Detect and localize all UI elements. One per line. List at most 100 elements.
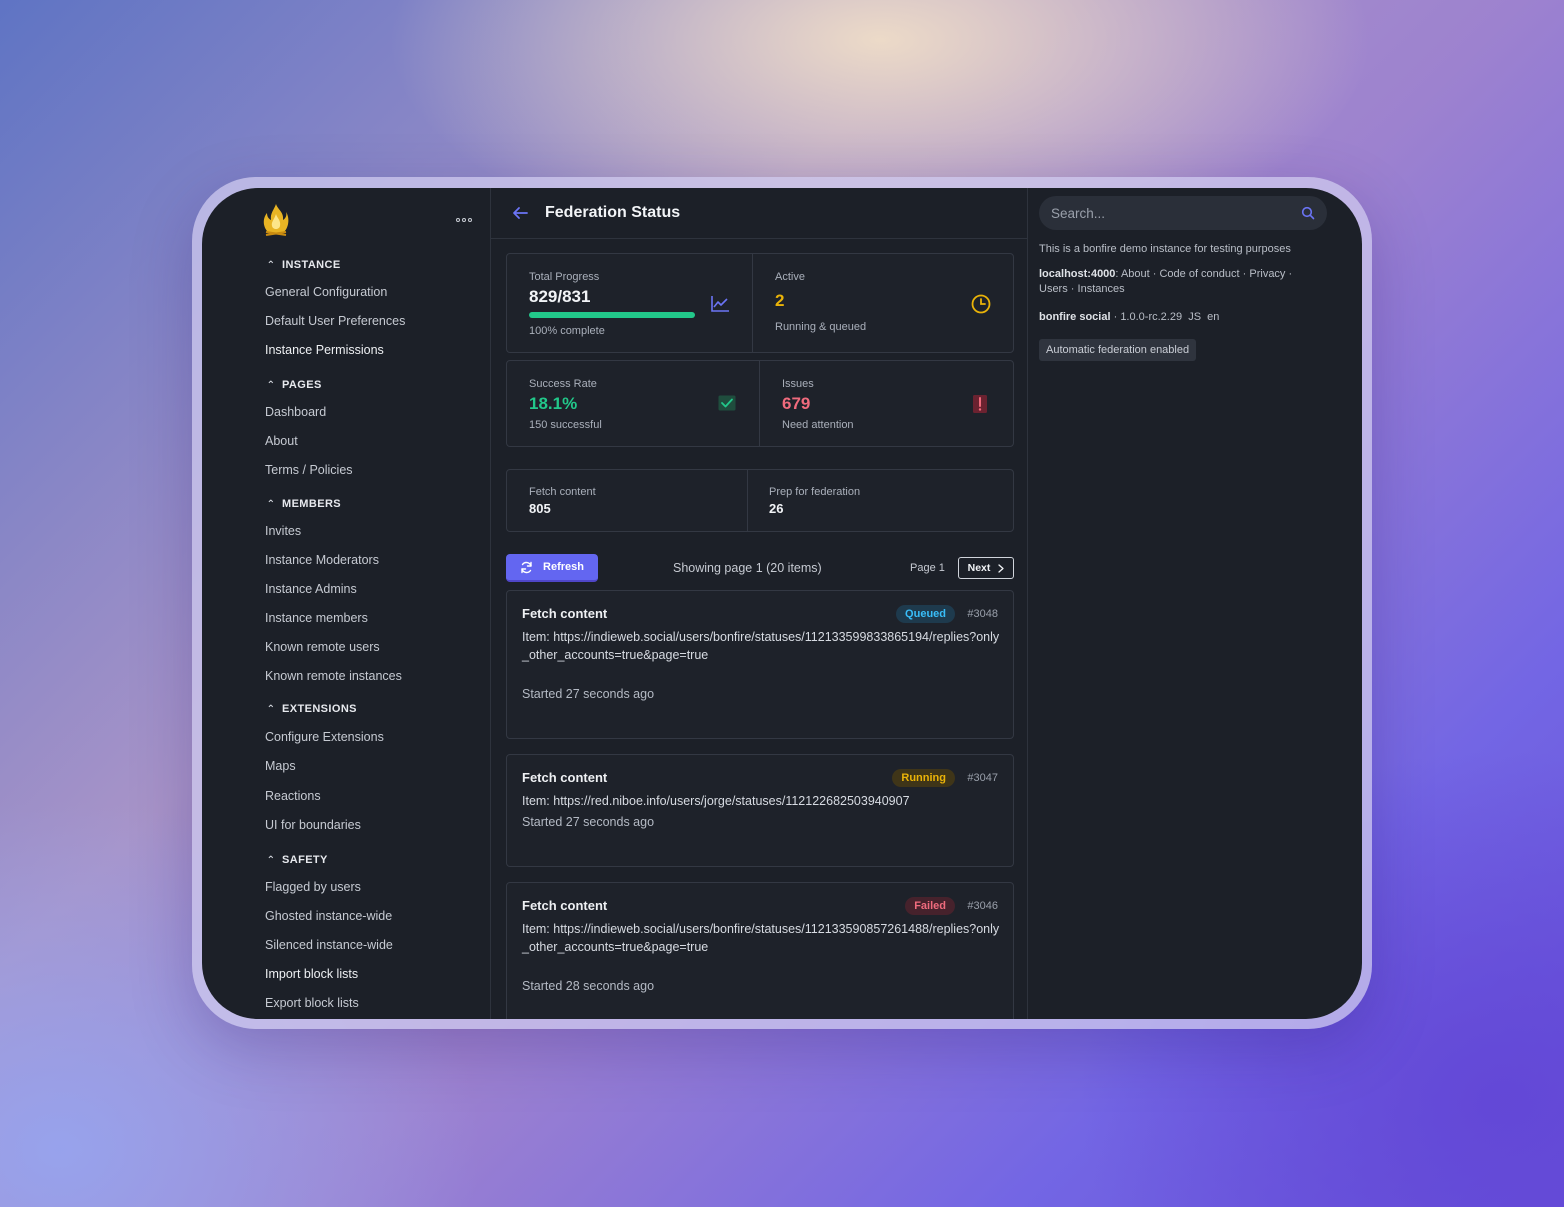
- section-header-safety[interactable]: ⌃ SAFETY: [266, 854, 328, 866]
- app-name[interactable]: bonfire social: [1039, 311, 1111, 323]
- page-label: Page 1: [910, 562, 945, 574]
- code-of-conduct-link[interactable]: Code of conduct: [1159, 268, 1239, 280]
- stats-card-progress: Total Progress 829/831 100% complete Act…: [506, 253, 1014, 353]
- footer-links-2: Users · Instances: [1039, 283, 1125, 295]
- page-title: Federation Status: [545, 204, 681, 221]
- check-icon: [718, 395, 736, 411]
- sidebar-item-about[interactable]: About: [265, 434, 298, 448]
- locale-selector[interactable]: en: [1207, 311, 1219, 323]
- issues-sub: Need attention: [782, 419, 854, 431]
- job-item: Item: https://indieweb.social/users/bonf…: [522, 630, 1000, 662]
- right-panel: This is a bonfire demo instance for test…: [1028, 188, 1362, 1019]
- version-info: bonfire social · 1.0.0-rc.2.29 JS en: [1039, 311, 1220, 323]
- chevron-up-icon: ⌃: [266, 703, 276, 715]
- sidebar-item-dashboard[interactable]: Dashboard: [265, 405, 326, 419]
- job-id: #3048: [967, 608, 998, 620]
- total-progress-value: 829/831: [529, 287, 591, 306]
- main-content: Federation Status Total Progress 829/831…: [491, 188, 1028, 1019]
- next-label: Next: [967, 562, 991, 574]
- sidebar-item-general-configuration[interactable]: General Configuration: [265, 285, 387, 299]
- card-divider: [759, 361, 760, 446]
- prep-federation-label: Prep for federation: [769, 486, 861, 498]
- refresh-icon: [521, 561, 532, 573]
- js-toggle[interactable]: JS: [1188, 311, 1201, 323]
- alert-icon: [973, 395, 987, 413]
- instance-description: This is a bonfire demo instance for test…: [1039, 243, 1291, 255]
- chevron-up-icon: ⌃: [266, 259, 276, 271]
- host-label: localhost:4000: [1039, 268, 1116, 280]
- instances-link[interactable]: Instances: [1078, 283, 1125, 295]
- job-title: Fetch content: [522, 770, 608, 785]
- total-progress-sub: 100% complete: [529, 325, 605, 337]
- job-title: Fetch content: [522, 898, 608, 913]
- job-card[interactable]: Fetch content Failed #3046 Item: https:/…: [506, 882, 1014, 1019]
- stats-card-rates: Success Rate 18.1% 150 successful Issues…: [506, 360, 1014, 447]
- job-item: Item: https://indieweb.social/users/bonf…: [522, 922, 1000, 954]
- chevron-up-icon: ⌃: [266, 498, 276, 510]
- sidebar-item-configure-extensions[interactable]: Configure Extensions: [265, 730, 384, 744]
- sidebar-item-terms-policies[interactable]: Terms / Policies: [265, 463, 353, 477]
- job-item: Item: https://red.niboe.info/users/jorge…: [522, 794, 910, 808]
- sidebar-item-known-remote-instances[interactable]: Known remote instances: [265, 669, 402, 683]
- chevron-up-icon: ⌃: [266, 379, 276, 391]
- job-card[interactable]: Fetch content Running #3047 Item: https:…: [506, 754, 1014, 867]
- stats-card-queues: Fetch content 805 Prep for federation 26: [506, 469, 1014, 532]
- success-rate-value: 18.1%: [529, 394, 578, 413]
- job-card[interactable]: Fetch content Queued #3048 Item: https:/…: [506, 590, 1014, 739]
- next-button[interactable]: Next: [958, 557, 1014, 579]
- sidebar: ⌃ INSTANCE General Configuration Default…: [202, 188, 491, 1019]
- version: 1.0.0-rc.2.29: [1120, 311, 1183, 323]
- fetch-content-value: 805: [529, 501, 551, 516]
- success-rate-sub: 150 successful: [529, 419, 602, 431]
- about-link[interactable]: About: [1121, 268, 1150, 280]
- card-divider: [747, 470, 748, 531]
- sidebar-item-export-block-lists[interactable]: Export block lists: [265, 996, 359, 1010]
- status-badge: Running: [892, 769, 955, 787]
- card-divider: [752, 254, 753, 352]
- section-header-instance[interactable]: ⌃ INSTANCE: [266, 259, 341, 271]
- chevron-right-icon: [998, 563, 1005, 573]
- sidebar-item-import-block-lists[interactable]: Import block lists: [265, 967, 358, 981]
- more-icon[interactable]: [456, 212, 474, 226]
- progress-bar: [529, 312, 695, 318]
- success-rate-label: Success Rate: [529, 378, 597, 390]
- search-input[interactable]: [1051, 196, 1291, 230]
- prep-federation-value: 26: [769, 501, 784, 516]
- sidebar-item-instance-moderators[interactable]: Instance Moderators: [265, 553, 379, 567]
- section-header-members[interactable]: ⌃ MEMBERS: [266, 498, 341, 510]
- federation-tag: Automatic federation enabled: [1039, 339, 1197, 361]
- sidebar-item-instance-admins[interactable]: Instance Admins: [265, 582, 357, 596]
- job-started: Started 27 seconds ago: [522, 687, 655, 701]
- job-title: Fetch content: [522, 606, 608, 621]
- sidebar-item-instance-permissions[interactable]: Instance Permissions: [265, 343, 384, 357]
- sidebar-item-flagged-by-users[interactable]: Flagged by users: [265, 880, 361, 894]
- issues-label: Issues: [782, 378, 814, 390]
- sidebar-item-maps[interactable]: Maps: [265, 759, 296, 773]
- search-icon[interactable]: [1301, 206, 1315, 220]
- progress-bar-fill: [529, 312, 695, 318]
- users-link[interactable]: Users: [1039, 283, 1068, 295]
- sidebar-item-instance-members[interactable]: Instance members: [265, 611, 368, 625]
- job-id: #3046: [967, 900, 998, 912]
- app-window: ⌃ INSTANCE General Configuration Default…: [202, 188, 1362, 1019]
- sidebar-item-reactions[interactable]: Reactions: [265, 789, 321, 803]
- privacy-link[interactable]: Privacy: [1249, 268, 1285, 280]
- sidebar-item-known-remote-users[interactable]: Known remote users: [265, 640, 380, 654]
- sidebar-item-invites[interactable]: Invites: [265, 524, 301, 538]
- issues-value: 679: [782, 394, 811, 413]
- bonfire-logo[interactable]: [262, 202, 290, 238]
- sidebar-item-default-user-preferences[interactable]: Default User Preferences: [265, 314, 405, 328]
- active-value: 2: [775, 291, 785, 310]
- section-header-extensions[interactable]: ⌃ EXTENSIONS: [266, 703, 357, 715]
- section-header-pages[interactable]: ⌃ PAGES: [266, 379, 322, 391]
- back-arrow-icon[interactable]: [511, 205, 529, 221]
- refresh-button[interactable]: Refresh: [506, 554, 598, 582]
- sidebar-item-silenced-instance-wide[interactable]: Silenced instance-wide: [265, 938, 393, 952]
- active-sub: Running & queued: [775, 321, 867, 333]
- chart-line-icon: [711, 296, 729, 312]
- fetch-content-label: Fetch content: [529, 486, 596, 498]
- top-bar: Federation Status: [491, 188, 1028, 239]
- refresh-label: Refresh: [543, 561, 584, 573]
- sidebar-item-ghosted-instance-wide[interactable]: Ghosted instance-wide: [265, 909, 392, 923]
- sidebar-item-ui-for-boundaries[interactable]: UI for boundaries: [265, 818, 361, 832]
